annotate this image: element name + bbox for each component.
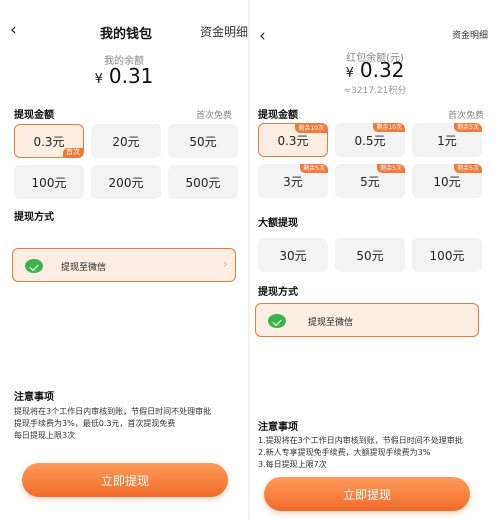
remaining-badge: 剩余10次	[373, 123, 405, 132]
amount-section-title: 提现金额	[258, 110, 298, 121]
withdraw-now-button[interactable]: 立即提现	[264, 477, 470, 511]
balance-value: ¥0.31	[0, 64, 248, 88]
chevron-right-icon: ›	[223, 257, 228, 271]
remaining-badge: 剩余5次	[300, 164, 328, 173]
large-withdraw-title: 大额提现	[258, 218, 298, 229]
amount-option[interactable]: 10元 剩余5次	[412, 164, 482, 198]
large-amount-option[interactable]: 100元	[412, 238, 482, 272]
remaining-badge: 剩余5次	[454, 123, 482, 132]
remaining-badge: 剩余5次	[454, 164, 482, 173]
first-free-note: 首次免费	[196, 111, 233, 121]
page-title: 我的钱包	[100, 27, 153, 42]
amount-option-label: 100元	[31, 175, 67, 190]
currency-symbol: ¥	[345, 66, 354, 81]
currency-symbol: ¥	[94, 72, 103, 87]
large-amount-option[interactable]: 50元	[335, 238, 405, 272]
points-equivalent: ≈3217.21积分	[343, 86, 407, 96]
amount-option[interactable]: 0.5元 剩余10次	[335, 123, 405, 157]
amount-section-title: 提现金额	[14, 110, 54, 121]
amount-option-label: 50元	[356, 248, 384, 263]
amount-option-label: 0.3元	[33, 134, 65, 149]
amount-option-label: 10元	[433, 174, 461, 189]
remaining-badge: 剩余10次	[295, 124, 327, 133]
back-chevron-left-icon[interactable]: ‹	[259, 28, 266, 45]
notes-line: 3.每日提现上限7次	[258, 460, 327, 469]
wallet-panel-left: ‹ 我的钱包 资金明细 我的余额 ¥0.31 提现金额 首次免费 0.3元 首次…	[0, 0, 248, 520]
method-section-title: 提现方式	[258, 287, 298, 298]
notes-line: 1.提现将在3个工作日内审核到账，节假日时间不处理审批	[258, 436, 463, 445]
wechat-icon	[268, 314, 286, 328]
withdraw-now-button[interactable]: 立即提现	[22, 463, 228, 497]
amount-option[interactable]: 0.3元 剩余10次	[258, 123, 328, 157]
amount-option[interactable]: 500元	[168, 165, 238, 199]
back-chevron-left-icon[interactable]: ‹	[10, 22, 17, 39]
remaining-badge: 剩余5次	[377, 164, 405, 173]
amount-option[interactable]: 100元	[14, 165, 84, 199]
balance-amount: 0.31	[108, 64, 154, 88]
funds-detail-link[interactable]: 资金明细	[200, 23, 248, 40]
balance-amount: 0.32	[359, 58, 405, 82]
notes-line: 提现将在3个工作日内审核到账，节假日时间不处理审批	[14, 407, 212, 416]
amount-option-label: 0.3元	[277, 133, 309, 148]
amount-option[interactable]: 3元 剩余5次	[258, 164, 328, 198]
amount-option[interactable]: 50元	[168, 124, 238, 158]
amount-option-label: 0.5元	[354, 133, 386, 148]
amount-option-label: 1元	[437, 133, 457, 148]
amount-option-label: 20元	[112, 134, 140, 149]
wechat-icon	[25, 259, 43, 273]
first-badge: 首次	[63, 148, 83, 157]
notes-line: 2.新人专享提现免手续费，大额提现手续费为3%	[258, 448, 431, 457]
method-label: 提现至微信	[61, 263, 107, 273]
balance-value: ¥0.32	[250, 58, 500, 82]
amount-option-label: 200元	[108, 175, 144, 190]
large-amount-option[interactable]: 30元	[258, 238, 328, 272]
amount-option-label: 500元	[185, 175, 221, 190]
notes-line: 每日提现上限3次	[14, 431, 76, 440]
method-label: 提现至微信	[308, 318, 354, 328]
amount-option-label: 5元	[360, 174, 380, 189]
notes-title: 注意事项	[258, 422, 298, 433]
amount-option[interactable]: 1元 剩余5次	[412, 123, 482, 157]
amount-option[interactable]: 5元 剩余5次	[335, 164, 405, 198]
amount-option-label: 50元	[189, 134, 217, 149]
amount-option-label: 100元	[429, 248, 465, 263]
wechat-method-option[interactable]: 提现至微信 ›	[12, 248, 236, 282]
amount-option[interactable]: 20元	[91, 124, 161, 158]
amount-option[interactable]: 200元	[91, 165, 161, 199]
notes-title: 注意事项	[14, 392, 54, 403]
notes-line: 提现手续费为3%，最低0.3元，首次提现免费	[14, 419, 176, 428]
amount-option-label: 3元	[283, 174, 303, 189]
wallet-panel-right: ‹ 资金明细 红包余额(元) ¥0.32 ≈3217.21积分 提现金额 首次免…	[250, 0, 500, 520]
first-free-note: 首次免费	[448, 111, 485, 121]
method-section-title: 提现方式	[14, 212, 54, 223]
funds-detail-link[interactable]: 资金明细	[452, 28, 488, 41]
wechat-method-option[interactable]: 提现至微信	[255, 303, 479, 337]
amount-option[interactable]: 0.3元 首次	[14, 124, 84, 158]
amount-option-label: 30元	[279, 248, 307, 263]
